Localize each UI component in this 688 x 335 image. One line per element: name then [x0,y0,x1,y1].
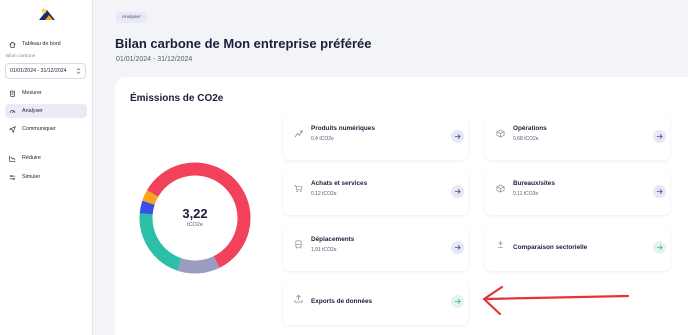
tile-achats-et-services[interactable]: Achats et services 0,12 tCO2e [283,170,468,215]
arrow-right-icon [454,245,461,250]
breadcrumb-badge: Analyser [116,12,147,23]
sidebar-item-label: Réduire [22,155,41,161]
arrow-right-icon [656,134,663,139]
arrow-right-button[interactable] [653,130,666,143]
sidebar-item-label: Mesurer [22,90,42,96]
upload-icon [294,294,303,303]
tile-comparaison-sectorielle[interactable]: Comparaison sectorielle [485,226,670,271]
tile-value: 0,11 tCO2e [513,191,539,197]
tile-bureaux-sites[interactable]: Bureaux/sites 0,11 tCO2e [485,170,670,215]
sidebar-item-label: Analyser [22,108,43,114]
logo-icon[interactable] [37,6,57,23]
gauge-icon [9,109,16,113]
total-emissions-unit: tCO2e [187,222,203,228]
digital-icon [294,130,303,138]
tile-title: Bureaux/sites [513,180,555,187]
sidebar-item-simuler[interactable]: Simuler [5,170,87,184]
tile-title: Opérations [513,125,547,132]
sidebar-item-label: Communiquer [22,126,56,132]
home-icon [9,41,16,48]
arrow-right-icon [454,189,461,194]
sidebar-item-analyser[interactable]: Analyser [5,104,87,118]
tile-operations[interactable]: Opérations 0,68 tCO2e [485,115,670,160]
tile-value: 0,12 tCO2e [311,191,337,197]
tile-title: Exports de données [311,298,373,305]
period-label: 01/01/2024 - 31/12/2024 [116,56,193,63]
tile-value: 0,4 tCO2e [311,136,334,142]
building-icon [496,184,505,193]
cart-icon [294,184,303,193]
tile-title: Comparaison sectorielle [513,244,588,251]
arrow-right-button[interactable] [653,241,666,254]
tile-deplacements[interactable]: Déplacements 1,91 tCO2e [283,226,468,271]
tile-produits-numeriques[interactable]: Produits numériques 0,4 tCO2e [283,115,468,160]
arrow-right-button[interactable] [451,185,464,198]
card-title: Émissions de CO2e [130,93,224,104]
chart-down-icon [9,155,16,162]
chevron-up-down-icon [76,68,81,74]
date-range-select[interactable]: 01/01/2024 - 31/12/2024 [5,63,86,79]
total-emissions-value: 3,22 [182,206,208,221]
section-label: Bilan carbone [6,54,36,59]
annotation-arrow-icon [482,285,630,316]
arrow-right-button[interactable] [451,241,464,254]
arrow-right-button[interactable] [451,130,464,143]
sliders-icon [9,174,16,180]
sidebar-item-communiquer[interactable]: Communiquer [5,122,87,136]
clipboard-icon [10,90,15,97]
arrow-right-icon [454,134,461,139]
arrow-right-icon [656,245,663,250]
date-range-value: 01/01/2024 - 31/12/2024 [10,68,67,74]
page-title: Bilan carbone de Mon entreprise préférée [115,36,372,51]
send-icon [9,125,16,133]
arrow-right-button[interactable] [451,295,464,308]
arrow-right-button[interactable] [653,185,666,198]
tile-title: Produits numériques [311,125,375,132]
arrow-right-icon [454,299,461,304]
tile-value: 0,68 tCO2e [513,136,539,142]
plus-minus-icon [498,240,503,249]
sidebar-item-mesurer[interactable]: Mesurer [5,86,87,100]
tile-title: Déplacements [311,236,355,243]
bus-icon [295,240,302,249]
arrow-right-icon [656,189,663,194]
cube-icon [496,129,505,138]
sidebar-item-label: Simuler [22,174,41,180]
sidebar-item-reduire[interactable]: Réduire [5,151,87,165]
sidebar-item-label: Tableau de bord [22,41,61,47]
tile-title: Achats et services [311,180,368,187]
tile-exports-de-donnees[interactable]: Exports de données [283,280,468,325]
tile-value: 1,91 tCO2e [311,247,337,253]
sidebar: Tableau de bord Bilan carbone 01/01/2024… [0,0,93,335]
sidebar-item-tableau-de-bord[interactable]: Tableau de bord [5,37,87,51]
